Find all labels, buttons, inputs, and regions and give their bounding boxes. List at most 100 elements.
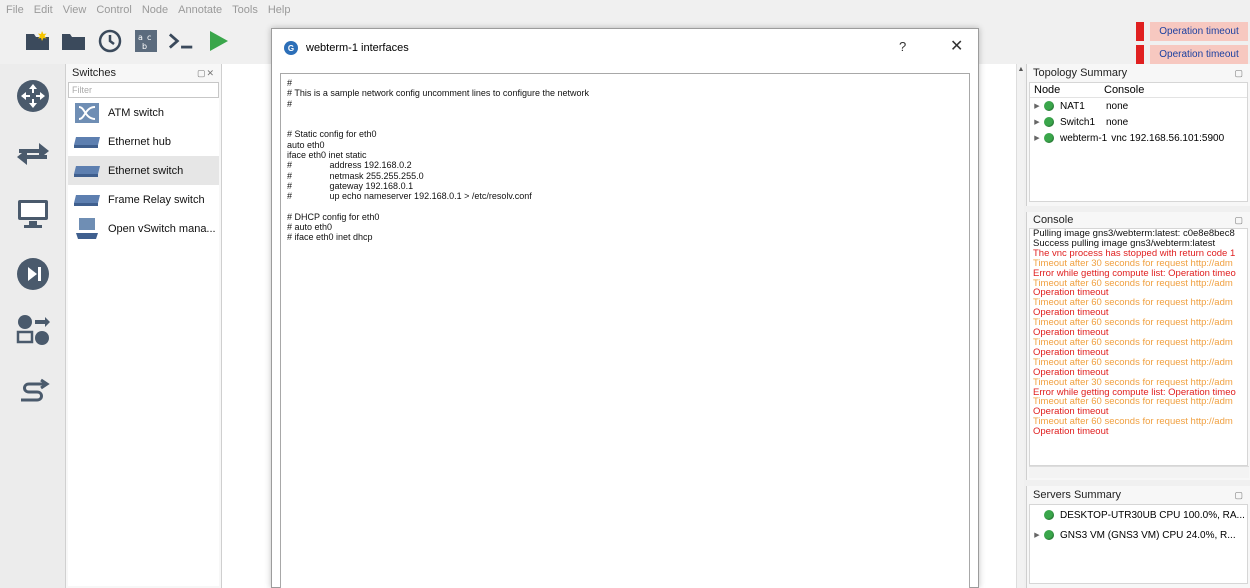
panel-float-icon[interactable]: ▢ bbox=[1234, 215, 1244, 226]
panel-float-icon[interactable]: ▢ bbox=[1234, 68, 1244, 79]
switches-panel: Switches ▢✕ Filter ATM switch Ethernet h… bbox=[66, 64, 222, 588]
routers-category-icon[interactable] bbox=[13, 76, 53, 116]
gns3-window: File Edit View Control Node Annotate Too… bbox=[0, 0, 1250, 588]
config-text: # # This is a sample network config unco… bbox=[287, 78, 589, 243]
switches-category-icon[interactable] bbox=[13, 134, 53, 174]
status-green-icon bbox=[1044, 117, 1054, 127]
panel-float-close-icon[interactable]: ▢✕ bbox=[197, 68, 215, 79]
console-title: Console bbox=[1033, 214, 1074, 226]
scroll-up-icon[interactable]: ▲ bbox=[1017, 66, 1025, 74]
filter-input[interactable]: Filter bbox=[68, 82, 219, 98]
expand-arrow-icon[interactable]: ▶ bbox=[1030, 118, 1044, 126]
console-lines: Pulling image gns3/webterm:latest: c0e8e… bbox=[1030, 229, 1247, 437]
switches-panel-title: Switches bbox=[72, 67, 117, 79]
server-row[interactable]: ▶ GNS3 VM (GNS3 VM) CPU 24.0%, R... bbox=[1030, 525, 1247, 545]
status-green-icon bbox=[1044, 101, 1054, 111]
menu-control[interactable]: Control bbox=[96, 4, 131, 16]
node-name: NAT1 bbox=[1060, 100, 1085, 112]
servers-summary-header: Servers Summary ▢ bbox=[1027, 486, 1250, 504]
device-item-ethernet-hub[interactable]: Ethernet hub bbox=[68, 127, 219, 156]
menu-file[interactable]: File bbox=[6, 4, 24, 16]
dialog-titlebar: G webterm-1 interfaces bbox=[272, 29, 978, 67]
ethernet-hub-icon bbox=[72, 131, 102, 153]
topology-summary-title: Topology Summary bbox=[1033, 67, 1128, 79]
show-interface-labels-icon[interactable]: acb bbox=[132, 27, 160, 55]
server-text: DESKTOP-UTR30UB CPU 100.0%, RA... bbox=[1060, 509, 1245, 521]
node-console: none bbox=[1106, 100, 1129, 112]
device-list: ATM switch Ethernet hub Ethernet switch … bbox=[68, 98, 219, 586]
server-row[interactable]: DESKTOP-UTR30UB CPU 100.0%, RA... bbox=[1030, 505, 1247, 525]
gns3-logo-icon: G bbox=[284, 41, 298, 55]
svg-text:c: c bbox=[147, 33, 151, 42]
all-devices-category-icon[interactable] bbox=[13, 310, 53, 350]
ethernet-switch-icon bbox=[72, 160, 102, 182]
expand-arrow-icon[interactable]: ▶ bbox=[1030, 134, 1044, 142]
menu-tools[interactable]: Tools bbox=[232, 4, 258, 16]
menu-bar: File Edit View Control Node Annotate Too… bbox=[0, 0, 1250, 20]
svg-text:a: a bbox=[138, 33, 143, 42]
topology-table-header: Node Console bbox=[1030, 83, 1247, 98]
device-item-open-vswitch[interactable]: Open vSwitch mana... bbox=[68, 214, 219, 243]
console-all-icon[interactable] bbox=[168, 27, 196, 55]
expand-arrow-icon[interactable]: ▶ bbox=[1030, 102, 1044, 110]
topology-row[interactable]: ▶ webterm-1 vnc 192.168.56.101:5900 bbox=[1030, 130, 1247, 146]
device-item-atm-switch[interactable]: ATM switch bbox=[68, 98, 219, 127]
menu-help[interactable]: Help bbox=[268, 4, 291, 16]
snapshot-clock-icon[interactable] bbox=[96, 27, 124, 55]
node-name: Switch1 bbox=[1060, 116, 1096, 128]
panel-float-icon[interactable]: ▢ bbox=[1234, 490, 1244, 501]
notification-timeout-1[interactable]: Operation timeout bbox=[1136, 22, 1248, 41]
close-icon[interactable]: ✕ bbox=[950, 36, 963, 56]
frame-relay-switch-icon bbox=[72, 189, 102, 211]
svg-text:b: b bbox=[142, 42, 147, 51]
column-node: Node bbox=[1034, 84, 1061, 96]
status-green-icon bbox=[1044, 133, 1054, 143]
console-line: Operation timeout bbox=[1033, 426, 1109, 438]
error-flag-icon bbox=[1136, 45, 1144, 64]
config-text-editor[interactable]: # # This is a sample network config unco… bbox=[280, 73, 970, 588]
device-item-ethernet-switch[interactable]: Ethernet switch bbox=[68, 156, 219, 185]
servers-list: DESKTOP-UTR30UB CPU 100.0%, RA... ▶ GNS3… bbox=[1029, 504, 1248, 584]
console-line: Timeout after 30 seconds for request htt… bbox=[1033, 376, 1233, 388]
topology-row[interactable]: ▶ Switch1 none bbox=[1030, 114, 1247, 130]
end-devices-category-icon[interactable] bbox=[13, 194, 53, 234]
device-label: Frame Relay switch bbox=[108, 193, 205, 206]
device-label: Ethernet switch bbox=[108, 164, 184, 177]
device-label: ATM switch bbox=[108, 106, 165, 119]
device-item-frame-relay-switch[interactable]: Frame Relay switch bbox=[68, 185, 219, 214]
menu-node[interactable]: Node bbox=[142, 4, 168, 16]
open-project-icon[interactable] bbox=[60, 27, 88, 55]
switches-panel-header: Switches ▢✕ bbox=[66, 64, 221, 82]
dialog-title: webterm-1 interfaces bbox=[306, 42, 409, 54]
error-flag-icon bbox=[1136, 22, 1144, 41]
interfaces-dialog: G webterm-1 interfaces ? ✕ # # This is a… bbox=[271, 28, 979, 588]
menu-view[interactable]: View bbox=[63, 4, 87, 16]
open-vswitch-icon bbox=[72, 217, 102, 240]
topology-row[interactable]: ▶ NAT1 none bbox=[1030, 98, 1247, 114]
device-label: Open vSwitch mana... bbox=[108, 222, 216, 235]
security-devices-category-icon[interactable] bbox=[13, 254, 53, 294]
device-category-bar bbox=[0, 64, 66, 588]
help-button[interactable]: ? bbox=[899, 39, 906, 54]
notification-timeout-2[interactable]: Operation timeout bbox=[1136, 45, 1248, 64]
notification-text: Operation timeout bbox=[1150, 22, 1248, 41]
menu-edit[interactable]: Edit bbox=[34, 4, 53, 16]
console-header: Console ▢ bbox=[1027, 212, 1250, 228]
node-name: webterm-1 bbox=[1060, 132, 1108, 144]
notification-text: Operation timeout bbox=[1150, 45, 1248, 64]
start-all-icon[interactable] bbox=[204, 27, 232, 55]
column-console: Console bbox=[1104, 84, 1145, 96]
status-green-icon bbox=[1044, 530, 1054, 540]
node-console: none bbox=[1106, 116, 1129, 128]
servers-summary-panel: Servers Summary ▢ DESKTOP-UTR30UB CPU 10… bbox=[1026, 486, 1250, 588]
console-horizontal-scrollbar[interactable] bbox=[1029, 466, 1249, 478]
workspace-scrollbar[interactable]: ▲ bbox=[1016, 64, 1024, 588]
topology-table: Node Console ▶ NAT1 none ▶ Switch1 none … bbox=[1029, 82, 1248, 202]
menu-annotate[interactable]: Annotate bbox=[178, 4, 222, 16]
console-panel: Console ▢ Pulling image gns3/webterm:lat… bbox=[1026, 212, 1250, 480]
topology-summary-panel: Topology Summary ▢ Node Console ▶ NAT1 n… bbox=[1026, 64, 1250, 206]
expand-arrow-icon[interactable]: ▶ bbox=[1030, 531, 1044, 539]
add-link-category-icon[interactable] bbox=[13, 372, 53, 412]
new-project-icon[interactable] bbox=[24, 27, 52, 55]
console-output[interactable]: Pulling image gns3/webterm:latest: c0e8e… bbox=[1029, 228, 1248, 466]
